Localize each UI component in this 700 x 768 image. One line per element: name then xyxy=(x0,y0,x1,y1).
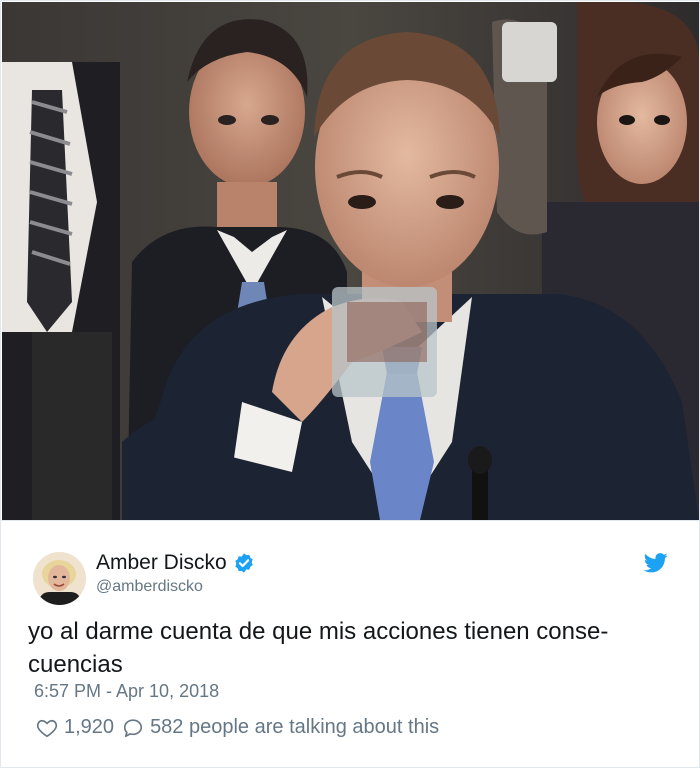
tweet-photo[interactable] xyxy=(2,2,699,520)
tweet-body: Amber Discko @amberdiscko yo al darme cu… xyxy=(1,520,699,768)
comment-bubble-icon[interactable] xyxy=(122,717,144,739)
tweet-actions: 1,920 582 people are talking about this xyxy=(36,716,439,739)
avatar-illustration xyxy=(33,552,86,605)
verified-badge-icon xyxy=(235,553,253,573)
twitter-bird-icon[interactable] xyxy=(644,553,668,573)
author-handle[interactable]: @amberdiscko xyxy=(96,578,203,596)
author-name-row: Amber Discko xyxy=(96,551,255,575)
hearing-photo-illustration xyxy=(2,2,699,520)
tweet-text: yo al darme cuenta de que mis acciones t… xyxy=(28,618,609,678)
conversation-link[interactable]: 582 people are talking about this xyxy=(150,716,439,739)
like-count: 1,920 xyxy=(64,716,115,738)
author-display-name[interactable]: Amber Discko xyxy=(96,551,227,575)
tweet-timestamp[interactable]: 6:57 PM - Apr 10, 2018 xyxy=(34,681,219,702)
tweet-embed-card: Amber Discko @amberdiscko yo al darme cu… xyxy=(0,0,700,768)
heart-icon[interactable] xyxy=(36,717,58,739)
avatar[interactable] xyxy=(33,552,86,605)
